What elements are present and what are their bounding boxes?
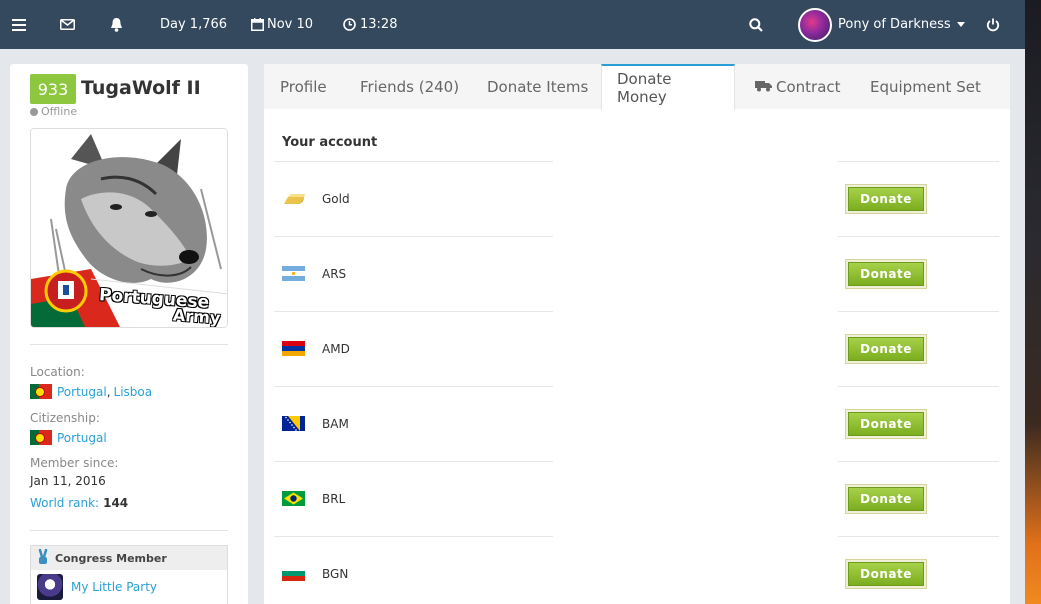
world-rank-label[interactable]: World rank: [30, 496, 99, 510]
account-heading: Your account [282, 135, 378, 150]
truck-icon [755, 78, 772, 96]
congress-box: Congress Member My Little Party [30, 545, 228, 604]
user-name: Pony of Darkness [838, 17, 951, 32]
flag-portugal-icon [30, 384, 52, 399]
divider [838, 386, 999, 387]
main-panel: Profile Friends (240) Donate Items Donat… [264, 64, 1010, 604]
party-logo [37, 574, 63, 600]
search-icon[interactable] [749, 0, 763, 49]
location-city-link[interactable]: Lisboa [114, 385, 153, 399]
flag-bulgaria-icon [282, 566, 305, 581]
flag-brazil-icon [282, 491, 305, 506]
bell-icon[interactable] [110, 0, 123, 49]
location-value: Portugal , Lisboa [30, 384, 152, 399]
citizenship-label: Citizenship: [30, 411, 100, 425]
envelope-icon[interactable] [60, 0, 75, 49]
avatar [798, 7, 832, 42]
calendar-icon [251, 18, 264, 31]
level-badge: 933 [30, 74, 76, 104]
currency-name: BRL [322, 492, 346, 506]
menu-icon[interactable] [12, 0, 26, 49]
world-rank: World rank: 144 [30, 496, 128, 510]
tab-donate-money[interactable]: Donate Money [601, 64, 735, 110]
tab-donate-items[interactable]: Donate Items [472, 64, 603, 109]
day-counter: Day 1,766 [160, 17, 228, 32]
power-icon[interactable] [986, 0, 1000, 49]
time-text: 13:28 [360, 17, 398, 32]
divider [838, 161, 999, 162]
location-separator: , [106, 384, 111, 399]
divider [30, 530, 228, 531]
profile-tabs: Profile Friends (240) Donate Items Donat… [264, 64, 1010, 110]
profile-name: TugaWolf II [81, 77, 201, 99]
currency-name: ARS [322, 267, 347, 281]
donate-ars-button[interactable]: Donate [845, 259, 927, 289]
donate-gold-button[interactable]: Donate [845, 184, 927, 214]
status-text: Offline [41, 105, 78, 118]
status-dot-icon [30, 107, 38, 116]
currency-name: BGN [322, 567, 349, 581]
time-display: 13:28 [343, 0, 397, 49]
date-display: Nov 10 [251, 0, 313, 49]
party-link[interactable]: My Little Party [71, 580, 157, 594]
tab-equipment-set[interactable]: Equipment Set [855, 64, 996, 109]
profile-sidebar: 933 TugaWolf II Offline Portuguese Army … [10, 64, 248, 604]
gold-bar-icon [284, 194, 305, 204]
donate-brl-button[interactable]: Donate [845, 484, 927, 514]
divider [274, 386, 553, 387]
donate-bgn-button[interactable]: Donate [845, 559, 927, 589]
date-text: Nov 10 [267, 17, 314, 32]
location-label: Location: [30, 365, 85, 379]
member-since-value: Jan 11, 2016 [30, 474, 106, 488]
congress-label: Congress Member [55, 551, 167, 565]
location-country-link[interactable]: Portugal [57, 385, 107, 399]
citizenship-country-link[interactable]: Portugal [57, 431, 107, 445]
flag-portugal-icon [30, 430, 52, 445]
divider [30, 344, 228, 345]
divider [838, 536, 999, 537]
member-since-label: Member since: [30, 456, 119, 470]
clock-icon [343, 18, 356, 31]
donate-amd-button[interactable]: Donate [845, 334, 927, 364]
peace-hand-icon [37, 548, 49, 568]
tab-profile[interactable]: Profile [265, 64, 342, 109]
profile-avatar: Portuguese Army [30, 128, 228, 328]
divider [274, 311, 553, 312]
flag-armenia-icon [282, 341, 305, 356]
tab-contract[interactable]: Contract [740, 64, 856, 109]
currency-name: AMD [322, 342, 350, 356]
citizenship-value: Portugal [30, 430, 107, 445]
user-menu[interactable]: Pony of Darkness [798, 0, 965, 49]
divider [274, 461, 553, 462]
divider [838, 461, 999, 462]
donate-bam-button[interactable]: Donate [845, 409, 927, 439]
divider [274, 536, 553, 537]
top-navbar: Day 1,766 Nov 10 13:28 Pony of Darkness [0, 0, 1025, 49]
divider [274, 161, 553, 162]
tab-contract-label: Contract [776, 77, 841, 96]
currency-name: BAM [322, 417, 349, 431]
congress-header: Congress Member [31, 546, 227, 570]
flag-argentina-icon [282, 266, 305, 281]
party-row: My Little Party [31, 570, 227, 604]
background-edge [1025, 0, 1041, 604]
image-caption-line2: Army [172, 305, 221, 328]
divider [838, 236, 999, 237]
divider [274, 236, 553, 237]
chevron-down-icon [956, 22, 965, 27]
flag-bosnia-icon [282, 416, 305, 431]
currency-name: Gold [322, 192, 350, 206]
world-rank-value: 144 [103, 496, 129, 510]
divider [838, 311, 999, 312]
tab-friends[interactable]: Friends (240) [345, 64, 474, 109]
status-indicator: Offline [30, 105, 77, 118]
